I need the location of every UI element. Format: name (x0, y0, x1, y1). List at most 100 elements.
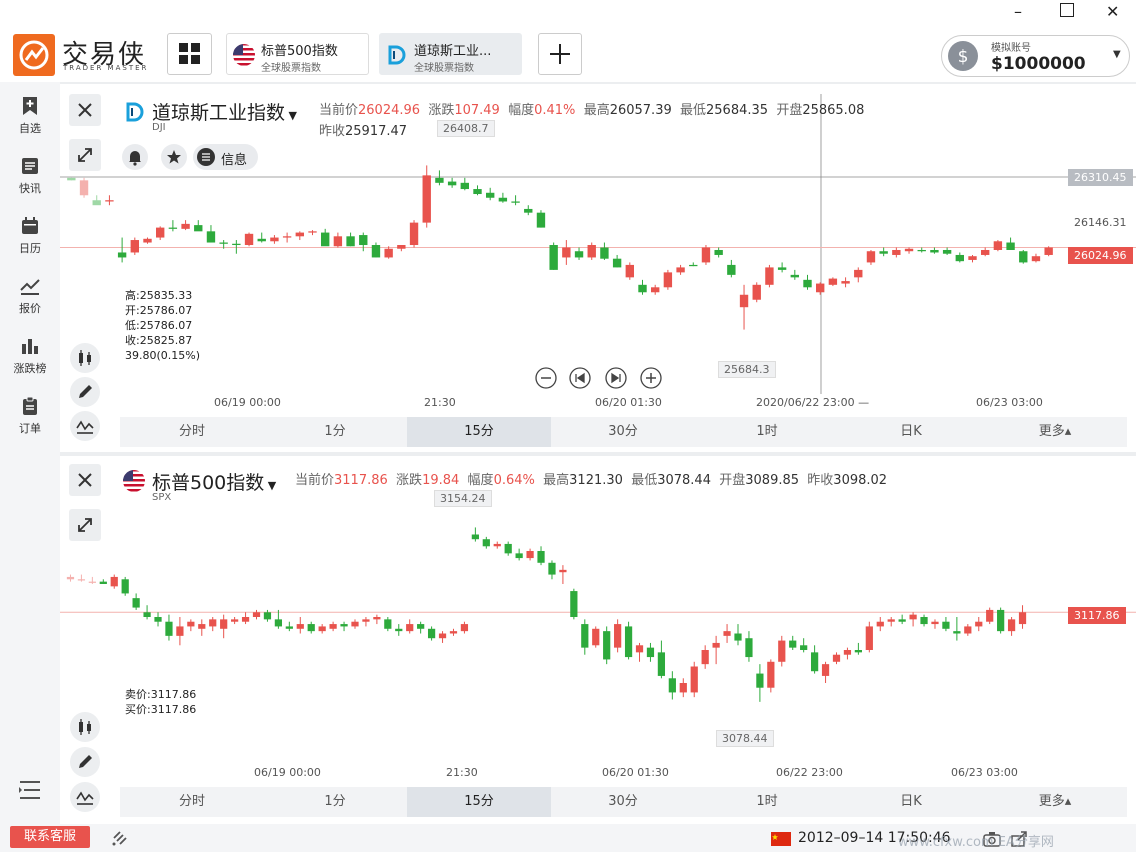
us-flag-icon (123, 470, 145, 492)
instrument-selector[interactable]: 道琼斯工业指数 ▼ (152, 98, 297, 125)
dji-candle-chart[interactable] (60, 84, 1136, 414)
timeframe-bar-spx: 分时 1分 15分 30分 1时 日K 更多▴ (120, 787, 1127, 817)
timeframe-tab[interactable]: 日K (839, 417, 983, 447)
close-panel-button[interactable] (69, 94, 101, 126)
quote-summary: 当前价3117.86 涨跌19.84 幅度0.64% 最高3121.30 最低3… (295, 473, 888, 488)
candle (701, 245, 711, 265)
info-button[interactable]: 信息 (193, 144, 258, 170)
timeframe-tab[interactable]: 1时 (695, 417, 839, 447)
candle (409, 220, 419, 248)
candle (244, 232, 254, 247)
sidebar-item-movers[interactable]: 涨跌榜 (0, 336, 60, 376)
candle (723, 624, 731, 643)
timeframe-tab-active[interactable]: 15分 (407, 787, 551, 817)
chart-type-button[interactable] (70, 712, 100, 742)
timeframe-more[interactable]: 更多▴ (983, 417, 1127, 447)
sidebar-item-news[interactable]: 快讯 (0, 156, 60, 196)
scroll-end-button[interactable] (604, 366, 628, 394)
spx-candle-chart[interactable] (60, 456, 1136, 786)
instrument-code: DJI (152, 122, 166, 133)
tab-spx-subtitle: 全球股票指数 (261, 63, 321, 74)
price-change-pct: 0.41% (534, 103, 576, 118)
candle (892, 247, 901, 258)
candle (854, 267, 863, 283)
candle (168, 220, 178, 232)
instrument-name: 标普500指数 (152, 472, 265, 494)
tab-dji-subtitle: 全球股票指数 (414, 63, 474, 74)
minimize-icon[interactable]: – (1014, 2, 1022, 21)
candle (909, 612, 917, 627)
indicator-button[interactable] (70, 411, 100, 441)
timeframe-more[interactable]: 更多▴ (983, 787, 1127, 817)
add-tab-button[interactable] (538, 33, 582, 75)
candle (968, 254, 977, 263)
alert-button[interactable] (122, 144, 148, 170)
drawing-tool-button[interactable] (70, 747, 100, 777)
contact-support-button[interactable]: 联系客服 (10, 826, 90, 848)
close-panel-button[interactable] (69, 464, 101, 496)
minus-circle-icon (535, 367, 557, 389)
timeframe-tab[interactable]: 1时 (695, 787, 839, 817)
timeframe-tab[interactable]: 1分 (263, 787, 407, 817)
drawing-tool-button[interactable] (70, 377, 100, 407)
timeframe-tab-active[interactable]: 15分 (407, 417, 551, 447)
candle (232, 240, 241, 254)
account-selector[interactable]: $ 模拟账号 $1000000 ▼ (941, 35, 1130, 77)
crosshair-price-tag: 26310.45 (1068, 169, 1133, 186)
candle (66, 574, 75, 582)
tab-spx[interactable]: 标普500指数 全球股票指数 (226, 33, 369, 75)
timeframe-tab[interactable]: 日K (839, 787, 983, 817)
candle (917, 247, 926, 253)
timeframe-tab[interactable]: 1分 (263, 417, 407, 447)
candle (942, 247, 952, 255)
tab-dji[interactable]: 道琼斯工业... 全球股票指数 (379, 33, 522, 75)
sidebar-item-watchlist[interactable]: 自选 (0, 96, 60, 136)
candle (422, 165, 431, 228)
timeframe-tab[interactable]: 分时 (120, 787, 264, 817)
candle (371, 242, 381, 258)
timeframe-bar-dji: 分时 1分 15分 30分 1时 日K 更多▴ (120, 417, 1127, 447)
candle (955, 252, 964, 263)
zoom-out-button[interactable] (534, 366, 558, 394)
timeframe-tab[interactable]: 分时 (120, 417, 264, 447)
candle (920, 614, 928, 627)
sidebar-item-orders[interactable]: 订单 (0, 396, 60, 436)
sidebar-item-calendar[interactable]: 日历 (0, 216, 60, 256)
price-change-pct: 0.64% (493, 473, 535, 488)
candle (486, 187, 495, 201)
bell-icon (129, 151, 141, 166)
sidebar-item-quotes[interactable]: 报价 (0, 276, 60, 316)
candle (79, 177, 89, 198)
close-icon (78, 103, 92, 117)
expand-panel-button[interactable] (69, 509, 101, 541)
zoom-in-button[interactable] (639, 366, 663, 394)
scroll-start-button[interactable] (568, 366, 592, 394)
instrument-selector[interactable]: 标普500指数 ▼ (152, 468, 276, 495)
maximize-icon[interactable] (1060, 3, 1074, 17)
expand-panel-button[interactable] (69, 139, 101, 171)
candle (986, 607, 994, 625)
calendar-icon (22, 217, 38, 234)
candle (887, 617, 895, 627)
candle (689, 262, 698, 267)
indicator-button[interactable] (70, 782, 100, 812)
favorite-button[interactable] (161, 144, 187, 170)
candle (295, 231, 304, 241)
layout-grid-button[interactable] (167, 33, 212, 75)
candle (690, 661, 698, 698)
close-window-icon[interactable]: ✕ (1106, 2, 1119, 21)
timeframe-tab[interactable]: 30分 (551, 787, 695, 817)
timeframe-tab[interactable]: 30分 (551, 417, 695, 447)
connection-icon[interactable] (110, 828, 130, 852)
candle (603, 626, 611, 665)
candle (668, 671, 676, 700)
menu-icon[interactable] (18, 778, 42, 806)
candle (67, 177, 76, 181)
candle (879, 247, 888, 257)
candle (789, 635, 797, 650)
candle (676, 264, 685, 275)
candle (417, 621, 425, 634)
candle (447, 177, 457, 188)
candle (88, 576, 96, 584)
chart-type-button[interactable] (70, 343, 100, 373)
